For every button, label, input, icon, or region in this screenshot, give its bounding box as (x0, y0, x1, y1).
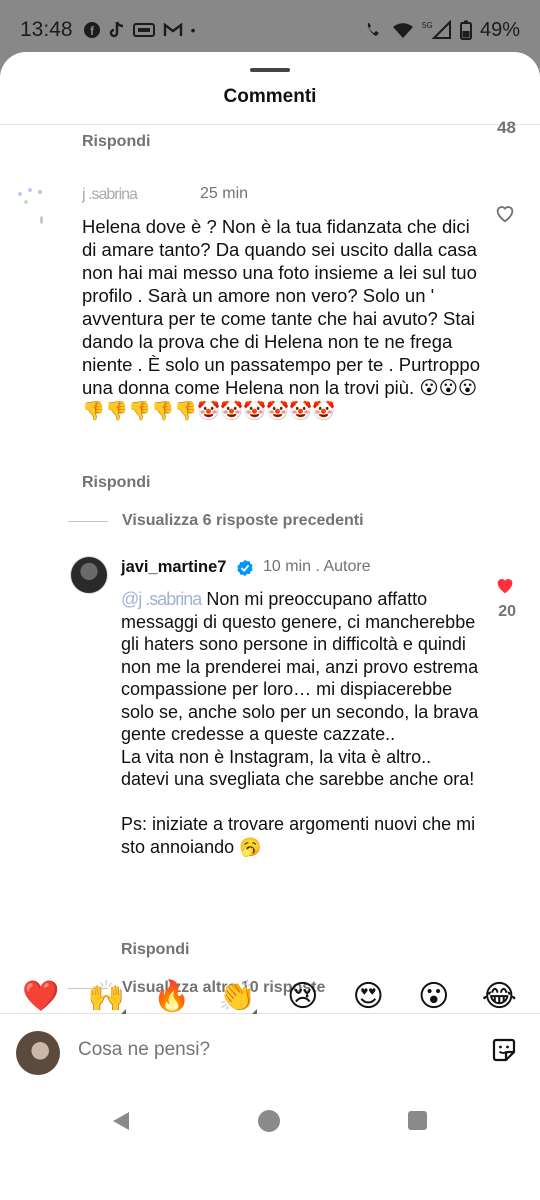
mention-link[interactable]: @j .sabrina (121, 589, 202, 609)
emoji-cry[interactable]: 😢 (281, 979, 325, 1014)
emoji-heart[interactable]: ❤️ (19, 979, 63, 1014)
avatar[interactable] (14, 186, 56, 236)
reply-text-para2: La vita non è Instagram, la vita è altro… (121, 746, 475, 790)
emoji-heart-eyes[interactable]: 😍 (346, 979, 390, 1014)
emoji-fire[interactable]: 🔥 (150, 979, 194, 1014)
view-previous-label: Visualizza 6 risposte precedenti (122, 512, 364, 529)
battery-icon (459, 20, 472, 40)
gmail-icon (163, 22, 182, 36)
home-nav-icon[interactable] (258, 1110, 280, 1132)
previous-reply-button[interactable]: Rispondi (82, 133, 150, 151)
author-tag: Autore (323, 558, 371, 575)
dot-icon: • (190, 22, 196, 38)
reply-meta: 10 min . Autore (263, 558, 371, 575)
view-previous-replies[interactable]: Visualizza 6 risposte precedenti (68, 512, 364, 530)
sheet-title: Commenti (223, 86, 317, 107)
current-user-avatar (16, 1031, 60, 1075)
reply-username[interactable]: javi_martine7 (121, 558, 226, 577)
drag-handle[interactable] (250, 68, 290, 72)
reply-time: 10 min (263, 558, 312, 575)
emoji-quick-bar: ❤️ 🙌 🔥 👏 😢 😍 😮 😂 (0, 976, 540, 1016)
system-icons: 5G 49% (364, 19, 520, 42)
signal-icon: 5G (422, 20, 451, 39)
reply-like-count: 20 (498, 603, 516, 620)
comment-text: Helena dove è ? Non è la tua fidanzata c… (82, 216, 480, 421)
reply-text-para1: Non mi preoccupano affatto messaggi di q… (121, 589, 479, 744)
sticker-icon[interactable] (490, 1036, 518, 1064)
facebook-icon: f (83, 22, 100, 38)
title-divider (0, 124, 540, 125)
comment-username[interactable]: j .sabrina (82, 186, 138, 204)
avatar[interactable] (70, 556, 108, 594)
divider-line (68, 520, 108, 522)
heart-icon[interactable] (494, 202, 516, 224)
back-nav-icon[interactable] (110, 1110, 132, 1132)
notification-icons: f • (83, 21, 196, 39)
comment-reply-button[interactable]: Rispondi (82, 474, 150, 492)
video-icon (132, 23, 155, 37)
comment-time: 25 min (200, 185, 249, 202)
heart-filled-icon[interactable] (494, 574, 516, 596)
reply-reply-button[interactable]: Rispondi (121, 941, 189, 959)
battery-percent: 49% (479, 18, 520, 41)
tiktok-icon (109, 21, 123, 38)
emoji-clap[interactable]: 👏 (215, 979, 259, 1014)
reply-text-para3: Ps: iniziate a trovare argomenti nuovi c… (121, 814, 476, 857)
comment-input[interactable] (78, 1039, 323, 1061)
wifi-icon (392, 23, 413, 38)
emoji-surprised[interactable]: 😮 (412, 979, 456, 1014)
status-bar: 13:48 f • 5G 49% (0, 0, 540, 60)
emoji-laugh[interactable]: 😂 (477, 979, 521, 1014)
emoji-raised-hands[interactable]: 🙌 (84, 979, 128, 1014)
recents-nav-icon[interactable] (408, 1111, 427, 1130)
comments-sheet: Commenti Rispondi 48 j .sabrina 25 min H… (0, 52, 540, 1200)
verified-badge-icon (237, 559, 253, 577)
status-time: 13:48 (20, 18, 73, 41)
network-label: 5G (422, 21, 433, 30)
wifi-call-icon (367, 23, 379, 36)
reply-text: @j .sabrina Non mi preoccupano affatto m… (121, 588, 481, 858)
previous-like-count: 48 (497, 118, 516, 137)
